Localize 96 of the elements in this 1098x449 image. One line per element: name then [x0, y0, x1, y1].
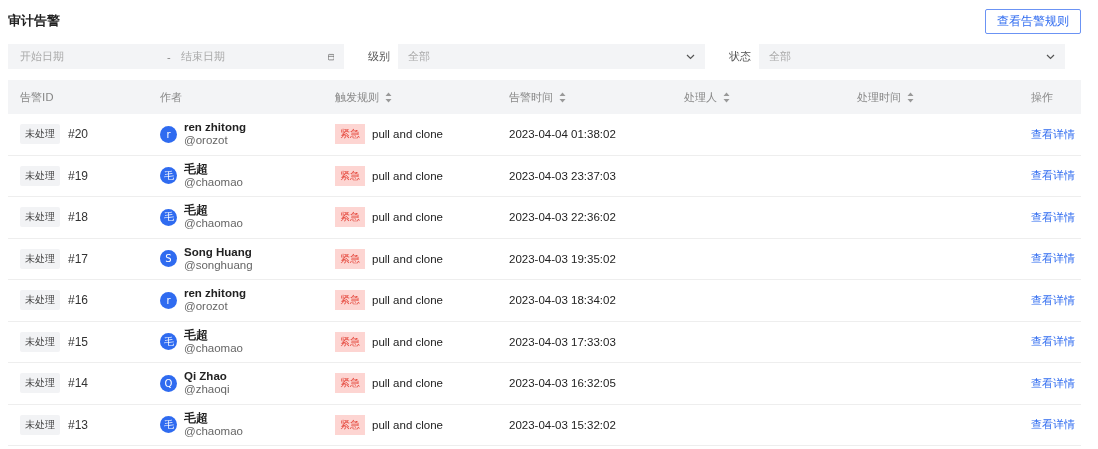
avatar: r: [160, 291, 177, 309]
avatar: 毛: [160, 333, 177, 351]
rule-name: pull and clone: [372, 169, 443, 182]
severity-tag: 紧急: [335, 124, 365, 145]
alert-time: 2023-04-03 19:35:02: [509, 252, 616, 265]
sort-icon: [385, 91, 392, 103]
view-details-link[interactable]: 查看详情: [1031, 251, 1075, 267]
alert-id: #15: [68, 334, 89, 349]
alert-id: #13: [68, 417, 89, 432]
column-header[interactable]: 处理时间: [857, 89, 914, 105]
chevron-down-icon: [686, 53, 695, 60]
author-handle: @chaomao: [184, 217, 243, 231]
column-header: 告警ID: [20, 89, 54, 105]
rule-name: pull and clone: [372, 128, 443, 141]
status-tag: 未处理: [20, 414, 60, 435]
alert-time: 2023-04-03 23:37:03: [509, 169, 616, 182]
author-name: Qi Zhao: [184, 370, 228, 384]
author-handle: @songhuang: [184, 258, 253, 272]
author-handle: @orozot: [184, 134, 229, 148]
severity-tag: 紧急: [335, 373, 365, 394]
status-tag: 未处理: [20, 165, 60, 186]
alert-id: #16: [68, 293, 89, 308]
select-value: 全部: [769, 49, 791, 64]
alert-time: 2023-04-03 15:32:02: [509, 418, 616, 431]
alert-time: 2023-04-03 16:32:05: [509, 377, 616, 390]
view-details-link[interactable]: 查看详情: [1031, 375, 1075, 391]
avatar: 毛: [160, 208, 177, 226]
author-handle: @chaomao: [184, 175, 243, 189]
column-header[interactable]: 处理人: [684, 89, 730, 105]
rule-name: pull and clone: [372, 377, 443, 390]
view-details-link[interactable]: 查看详情: [1031, 168, 1075, 184]
avatar: 毛: [160, 167, 177, 185]
status-tag: 未处理: [20, 331, 60, 352]
rule-name: pull and clone: [372, 335, 443, 348]
rule-name: pull and clone: [372, 252, 443, 265]
end-date-field[interactable]: 结束日期: [178, 49, 328, 64]
sort-icon: [559, 91, 566, 103]
status-tag: 未处理: [20, 207, 60, 228]
status-tag: 未处理: [20, 248, 60, 269]
view-details-link[interactable]: 查看详情: [1031, 209, 1075, 225]
alert-time: 2023-04-03 22:36:02: [509, 211, 616, 224]
alert-time: 2023-04-03 18:34:02: [509, 294, 616, 307]
alert-time: 2023-04-04 01:38:02: [509, 128, 616, 141]
severity-tag: 紧急: [335, 248, 365, 269]
rule-name: pull and clone: [372, 294, 443, 307]
view-rules-button[interactable]: 查看告警规则: [985, 8, 1081, 34]
avatar: r: [160, 125, 177, 143]
view-details-link[interactable]: 查看详情: [1031, 126, 1075, 142]
status-tag: 未处理: [20, 373, 60, 394]
author-name: 毛超: [184, 328, 209, 342]
filter-label: 状态: [729, 49, 751, 64]
column-header: 作者: [160, 89, 182, 105]
author-handle: @chaomao: [184, 424, 243, 438]
select-value: 全部: [408, 49, 430, 64]
view-details-link[interactable]: 查看详情: [1031, 292, 1075, 308]
rule-name: pull and clone: [372, 418, 443, 431]
alert-id: #20: [68, 127, 89, 142]
severity-tag: 紧急: [335, 290, 365, 311]
author-name: ren zhitong: [184, 121, 246, 135]
status-tag: 未处理: [20, 290, 60, 311]
view-details-link[interactable]: 查看详情: [1031, 417, 1075, 433]
avatar: 毛: [160, 416, 177, 434]
severity-tag: 紧急: [335, 165, 365, 186]
column-header: 操作: [1031, 89, 1053, 105]
author-handle: @zhaoqi: [184, 383, 230, 397]
page-title: 审计告警: [8, 12, 60, 30]
column-header[interactable]: 告警时间: [509, 89, 566, 105]
author-handle: @chaomao: [184, 341, 243, 355]
start-date-field[interactable]: 开始日期: [18, 49, 167, 64]
status-tag: 未处理: [20, 124, 60, 145]
severity-tag: 紧急: [335, 207, 365, 228]
column-header[interactable]: 触发规则: [335, 89, 392, 105]
author-name: 毛超: [184, 411, 209, 425]
alert-id: #14: [68, 376, 89, 391]
avatar: Q: [160, 374, 177, 392]
severity-tag: 紧急: [335, 414, 365, 435]
author-name: 毛超: [184, 204, 209, 218]
avatar: S: [160, 250, 177, 268]
alert-id: #19: [68, 168, 89, 183]
author-name: ren zhitong: [184, 287, 246, 301]
sort-icon: [907, 91, 914, 103]
sort-icon: [723, 91, 730, 103]
range-separator: -: [167, 50, 172, 63]
calendar-icon: [327, 51, 334, 62]
author-name: Song Huang: [184, 245, 253, 259]
chevron-down-icon: [1046, 53, 1055, 60]
alert-time: 2023-04-03 17:33:03: [509, 335, 616, 348]
date-range-field[interactable]: 开始日期 - 结束日期: [8, 44, 344, 69]
alert-id: #17: [68, 251, 89, 266]
filter-label: 级别: [368, 49, 390, 64]
author-handle: @orozot: [184, 300, 229, 314]
view-details-link[interactable]: 查看详情: [1031, 334, 1075, 350]
alert-id: #18: [68, 210, 89, 225]
author-name: 毛超: [184, 162, 209, 176]
rule-name: pull and clone: [372, 211, 443, 224]
severity-tag: 紧急: [335, 331, 365, 352]
